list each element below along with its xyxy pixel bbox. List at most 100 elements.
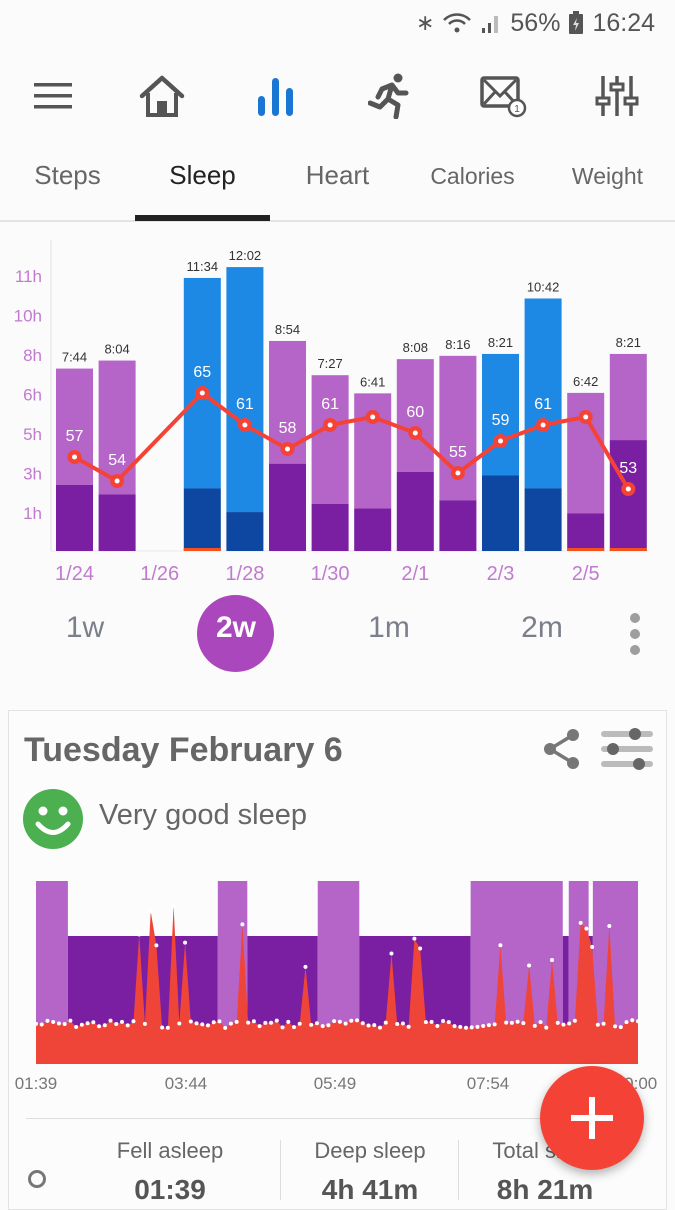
period-1m[interactable]: 1m	[349, 611, 429, 645]
movement-point	[246, 1020, 251, 1025]
movement-point	[286, 1019, 291, 1024]
movement-point	[303, 964, 308, 969]
movement-point	[423, 1020, 428, 1025]
messages-button[interactable]: 1	[477, 70, 529, 122]
movement-point	[200, 1022, 205, 1027]
category-tabs: Steps Sleep Heart Calories Weight	[0, 140, 675, 222]
movement-point	[102, 1023, 107, 1028]
period-2w[interactable]: 2w	[196, 611, 276, 645]
heart-rate-point-center	[370, 414, 376, 420]
bar-deep-sleep	[396, 471, 434, 551]
movement-point	[366, 1023, 371, 1028]
sliders-icon	[595, 76, 639, 116]
movement-point	[51, 1019, 56, 1024]
movement-point	[91, 1020, 96, 1025]
movement-point	[177, 1021, 182, 1026]
statistics-button[interactable]	[250, 70, 302, 122]
movement-point	[395, 1021, 400, 1026]
movement-point	[486, 1023, 491, 1028]
night-date-title: Tuesday February 6	[24, 731, 343, 769]
top-toolbar: 1	[0, 60, 675, 130]
movement-point	[636, 1019, 640, 1024]
activity-button[interactable]	[363, 70, 415, 122]
movement-point	[56, 1021, 61, 1026]
movement-point	[372, 1023, 377, 1028]
movement-point	[120, 1019, 124, 1024]
heart-rate-label: 61	[236, 396, 254, 413]
time-tick-label: 01:39	[15, 1074, 58, 1093]
bar-total-label: 8:08	[403, 340, 428, 355]
stats-divider	[26, 1118, 626, 1119]
home-button[interactable]	[136, 70, 188, 122]
period-2m[interactable]: 2m	[502, 611, 582, 645]
movement-point	[183, 940, 188, 945]
bar-deep-sleep	[311, 503, 349, 551]
movement-point	[160, 1025, 165, 1030]
bar-deep-sleep	[524, 488, 562, 551]
wifi-icon	[443, 13, 472, 33]
heart-rate-point-center	[498, 438, 503, 444]
share-button[interactable]	[541, 727, 583, 776]
add-sleep-fab[interactable]	[540, 1066, 644, 1170]
night-hypnogram[interactable]: 01:39 03:44 05:49 07:54 10:00	[0, 860, 675, 1100]
x-tick-label: 1/30	[311, 563, 350, 585]
movement-point	[263, 1020, 268, 1025]
x-tick-label: 1/26	[140, 563, 179, 585]
heart-rate-label: 59	[492, 412, 510, 429]
running-person-icon	[368, 73, 409, 119]
share-icon	[544, 729, 579, 769]
active-tab-indicator	[135, 215, 270, 221]
bar-total-label: 8:21	[488, 335, 513, 350]
movement-point	[320, 1024, 325, 1029]
tab-steps[interactable]: Steps	[0, 160, 135, 191]
movement-point	[223, 1025, 228, 1030]
x-tick-label: 2/3	[487, 563, 515, 585]
more-vert-icon[interactable]	[630, 613, 644, 661]
movement-point	[418, 946, 423, 951]
movement-point	[464, 1025, 468, 1030]
bar-light-sleep	[56, 368, 93, 485]
svg-text:1: 1	[514, 104, 520, 115]
movement-point	[108, 1018, 113, 1023]
movement-point	[538, 1020, 543, 1025]
adjust-button[interactable]	[599, 727, 655, 776]
tab-sleep[interactable]: Sleep	[135, 160, 270, 191]
bar-total-label: 11:34	[187, 259, 219, 274]
period-selector: 1w 2w 1m 2m	[0, 595, 675, 675]
sleep-history-chart[interactable]: 11h 10h 8h 6h 5h 3h 1h 7:44 8:04 11:34 12:02 8:54 7:…	[0, 230, 675, 590]
movement-point	[544, 1025, 549, 1030]
period-1w[interactable]: 1w	[45, 611, 125, 645]
tab-heart[interactable]: Heart	[270, 160, 405, 191]
tab-weight[interactable]: Weight	[540, 163, 675, 190]
stat-separator	[280, 1140, 281, 1200]
tab-calories[interactable]: Calories	[405, 163, 540, 190]
movement-point	[475, 1024, 480, 1029]
y-tick-label: 8h	[23, 346, 42, 365]
movement-point	[234, 1019, 239, 1024]
movement-point	[326, 1023, 331, 1028]
movement-point	[498, 943, 503, 948]
movement-point	[429, 1019, 434, 1024]
movement-point	[567, 1021, 572, 1026]
movement-point	[532, 1023, 537, 1028]
movement-point	[383, 1020, 388, 1025]
bar-deep-sleep	[226, 512, 264, 551]
heart-rate-point-center	[327, 422, 333, 428]
heart-rate-point-center	[540, 422, 546, 428]
bar-total-label: 6:42	[573, 374, 598, 389]
movement-point	[613, 1024, 618, 1029]
x-tick-label: 1/24	[55, 563, 94, 585]
settings-button[interactable]	[591, 70, 643, 122]
stat-value: 01:39	[134, 1174, 206, 1205]
movement-point	[446, 1020, 451, 1025]
mail-badge-icon: 1	[480, 76, 527, 118]
movement-point	[251, 1019, 256, 1024]
bar-total-label: 6:41	[360, 374, 385, 389]
menu-button[interactable]	[27, 70, 79, 122]
movement-point	[148, 909, 153, 914]
movement-point	[332, 1019, 337, 1024]
movement-point	[590, 944, 595, 949]
movement-point	[228, 1021, 233, 1026]
bar-total-label: 12:02	[229, 248, 262, 263]
movement-point	[521, 1021, 526, 1026]
